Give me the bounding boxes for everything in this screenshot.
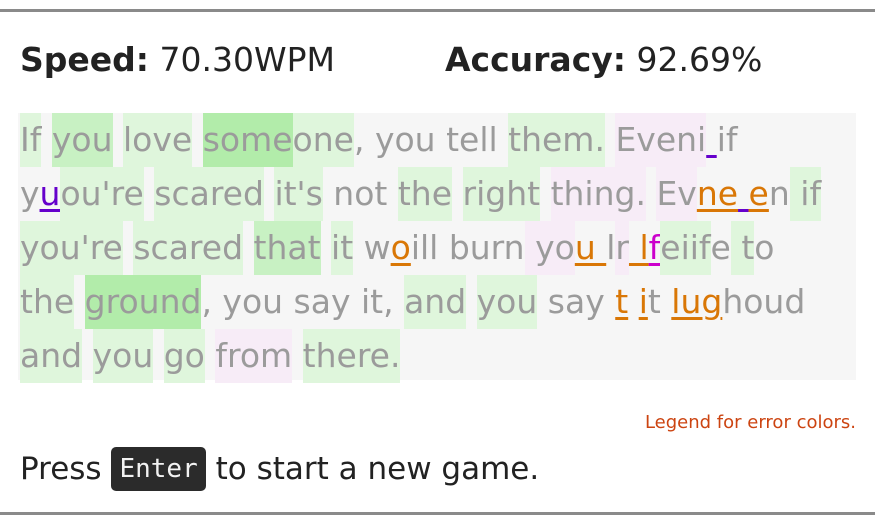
typed-segment (321, 221, 332, 275)
typed-segment (452, 167, 463, 221)
passage-line: you're scared that it woill burn you lr … (20, 221, 774, 275)
typed-segment: that (253, 221, 321, 275)
accuracy-stat: Accuracy: 92.69% (445, 38, 762, 82)
typed-segment: from (215, 329, 293, 383)
typed-segment (74, 275, 85, 329)
typed-segment: say (537, 282, 616, 321)
typed-segment: n (768, 174, 790, 213)
typed-segment: thing. (550, 167, 646, 221)
typed-segment (41, 113, 52, 167)
speed-stat: Speed: 70.30WPM (20, 38, 335, 82)
press-prefix: Press (20, 451, 102, 487)
typed-segment: , you say it, (201, 282, 405, 321)
typed-segment: y (20, 174, 40, 213)
typed-segment (144, 167, 155, 221)
typing-error-segment: f (648, 228, 661, 267)
typing-error-segment: u (39, 174, 61, 213)
speed-label: Speed: (20, 40, 149, 79)
typed-segment: go (163, 329, 205, 383)
typing-error-segment (738, 167, 749, 221)
typed-segment: if (789, 167, 822, 221)
typing-error-segment: e (748, 174, 769, 213)
enter-key[interactable]: Enter (111, 447, 206, 491)
accuracy-label: Accuracy: (445, 40, 626, 79)
typed-segment: the (20, 275, 75, 329)
typed-segment: you (92, 329, 154, 383)
typing-error-segment: o (390, 228, 411, 267)
typed-segment: t (647, 282, 672, 321)
typed-segment: it's (274, 167, 323, 221)
typed-segment: l (606, 228, 616, 267)
typed-segment: e (710, 228, 731, 267)
passage-line: the ground, you say it, and you say t it… (20, 275, 805, 329)
typed-segment (205, 329, 216, 383)
typed-segment: you (476, 275, 538, 329)
typed-segment: ill burn (410, 228, 525, 267)
typed-segment (605, 113, 616, 167)
typed-segment: right (462, 167, 541, 221)
typed-segment: o (754, 228, 775, 267)
typed-segment: if (716, 120, 738, 159)
typed-segment (292, 329, 303, 383)
typing-error-segment: ne (696, 174, 739, 213)
passage-line: and you go from there. (20, 329, 401, 383)
typed-segment (243, 221, 254, 275)
typed-segment: not (322, 174, 398, 213)
typed-segment (82, 329, 93, 383)
typed-segment: ou're (60, 167, 144, 221)
typed-segment (628, 275, 639, 329)
typed-segment: scared (154, 167, 264, 221)
typed-segment (466, 275, 477, 329)
typed-segment (192, 113, 203, 167)
typed-segment (153, 329, 164, 383)
typed-segment: the (397, 167, 453, 221)
typed-segment (540, 167, 551, 221)
typing-error-segment: lug (671, 282, 723, 321)
typed-segment: w (353, 228, 391, 267)
typing-error-segment: i (638, 282, 648, 321)
passage-line: If you love someone, you tell them. Even… (20, 113, 738, 167)
typed-segment: and (404, 275, 467, 329)
typing-error-segment (706, 113, 717, 167)
typed-segment: Eveni (615, 113, 707, 167)
typed-segment: , you tell (353, 120, 509, 159)
typed-segment: one (292, 113, 354, 167)
top-divider (0, 9, 875, 12)
typed-segment (264, 167, 275, 221)
typed-passage: If you love someone, you tell them. Even… (18, 113, 856, 383)
typed-segment: r (615, 221, 629, 275)
restart-instruction: Press Enter to start a new game. (20, 447, 539, 491)
typed-segment: and (20, 329, 83, 383)
typing-error-segment: u (574, 228, 607, 267)
typed-segment (646, 167, 657, 221)
typed-segment: If (20, 113, 42, 167)
typed-segment: them. (508, 113, 605, 167)
typed-segment: love (123, 113, 193, 167)
typed-segment: there. (302, 329, 401, 383)
passage-line: yuou're scared it's not the right thing.… (20, 167, 822, 221)
accuracy-value: 92.69% (636, 40, 763, 79)
stats-bar: Speed: 70.30WPM Accuracy: 92.69% (20, 38, 762, 82)
typed-segment: you (51, 113, 113, 167)
typed-segment: it (331, 221, 354, 275)
typed-segment: houd (722, 282, 806, 321)
legend-link[interactable]: Legend for error colors. (645, 412, 856, 433)
typed-segment: some (202, 113, 293, 167)
typed-segment: eiif (660, 221, 711, 275)
typed-segment (113, 113, 124, 167)
press-suffix: to start a new game. (215, 451, 540, 487)
typing-error-segment: l (628, 228, 649, 267)
speed-value: 70.30WPM (159, 40, 335, 79)
typed-segment: you're (20, 221, 123, 275)
typed-segment: ground (84, 275, 202, 329)
typed-segment: t (730, 221, 755, 275)
typing-error-segment: t (615, 282, 629, 321)
typed-segment: yo (524, 221, 575, 275)
typed-segment: Ev (656, 167, 697, 221)
typed-segment: scared (133, 221, 244, 275)
typed-segment (123, 221, 134, 275)
